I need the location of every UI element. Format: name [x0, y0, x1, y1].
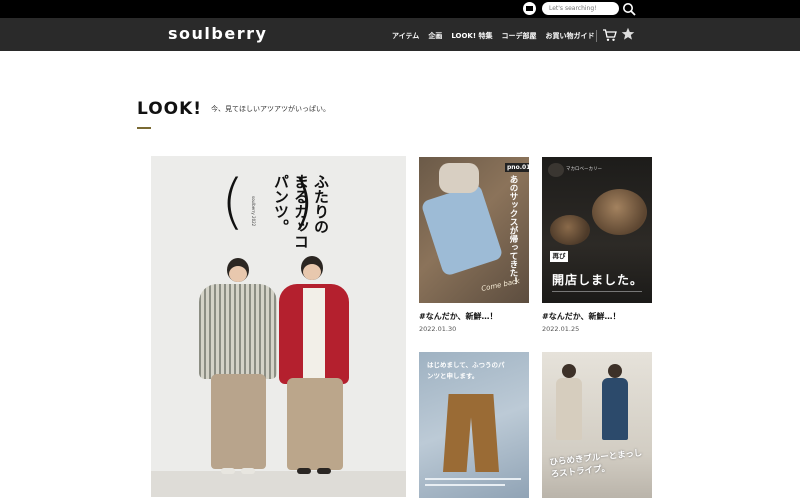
section-subtitle: 今、見てほしいアツアツがいっぱい。 — [211, 105, 330, 113]
card-3-pants-shape — [443, 394, 499, 472]
card-2-corner-text: 再び — [550, 251, 568, 262]
card-2-bread-large — [592, 189, 647, 235]
card-1-jeans-shape — [420, 183, 504, 277]
card-1-image[interactable]: pno.015 あのサックスが帰ってきた！ Come back — [419, 157, 529, 303]
nav-item-projects[interactable]: 企画 — [428, 31, 442, 41]
main-nav: アイテム 企画 LOOK! 特集 コーデ部屋 お買い物ガイド — [392, 31, 594, 41]
model-left-pants — [211, 374, 266, 469]
site-header: soulberry アイテム 企画 LOOK! 特集 コーデ部屋 お買い物ガイド — [0, 18, 800, 51]
card-3-text-line-1 — [425, 478, 521, 480]
card-3-text-line-2 — [425, 484, 505, 486]
feature-article-image[interactable]: ( ) ふたりの まるカッコ パンツ。 soulberry 2022 — [151, 156, 406, 497]
section-title: LOOK! — [137, 99, 203, 119]
card-3-image[interactable]: はじめまして、ふつうのパンツと申します。 — [419, 352, 529, 498]
card-3-overlay-text: はじめまして、ふつうのパンツと申します。 — [427, 361, 505, 380]
favorite-star-icon[interactable] — [621, 27, 635, 41]
card-2-badge: マカロベーカリー — [566, 167, 602, 172]
card-2-image[interactable]: マカロベーカリー 再び 開店しました。 — [542, 157, 652, 303]
model-left-shirt — [199, 284, 277, 379]
feature-headline-2: まるカッコ — [292, 174, 310, 249]
card-1-badge: pno.015 — [505, 163, 529, 172]
model-right-face — [303, 264, 321, 280]
model-left-shoe-right — [241, 468, 255, 474]
nav-item-guide[interactable]: お買い物ガイド — [545, 31, 594, 41]
feature-small-text: soulberry 2022 — [251, 196, 256, 227]
title-underline — [137, 127, 151, 129]
card-4-person-left-body — [556, 378, 582, 440]
card-4-person-right-body — [602, 378, 628, 440]
model-left-face — [229, 266, 247, 282]
mail-icon[interactable] — [523, 2, 536, 15]
feature-headline-1: ふたりの — [312, 174, 330, 234]
nav-divider — [596, 30, 597, 42]
feature-floor — [151, 471, 406, 497]
card-2-date: 2022.01.25 — [542, 325, 580, 333]
site-logo[interactable]: soulberry — [168, 24, 267, 43]
model-right-shoe-right — [317, 468, 331, 474]
card-2-bread-small — [550, 215, 590, 245]
paren-left-mark: ( — [221, 167, 245, 237]
card-4-person-left-head — [562, 364, 576, 378]
model-right-shoe-left — [297, 468, 311, 474]
card-1-date: 2022.01.30 — [419, 325, 457, 333]
card-2-overlay-text: 開店しました。 — [552, 273, 644, 287]
card-2-title[interactable]: #なんだか、新鮮…！ — [542, 311, 621, 322]
top-utility-bar — [0, 0, 800, 18]
nav-item-items[interactable]: アイテム — [392, 31, 419, 41]
model-left-shoe-left — [221, 468, 235, 474]
card-1-title[interactable]: #なんだか、新鮮…！ — [419, 311, 498, 322]
nav-item-coordinate[interactable]: コーデ部屋 — [501, 31, 536, 41]
model-right-inner-shirt — [303, 288, 325, 382]
card-4-person-right-head — [608, 364, 622, 378]
nav-item-look[interactable]: LOOK! 特集 — [451, 31, 492, 41]
feature-headline-3: パンツ。 — [272, 174, 290, 234]
search-icon[interactable] — [622, 2, 636, 16]
card-2-logo-mark — [548, 163, 564, 177]
model-right-pants — [287, 378, 343, 470]
card-4-overlay-text: ひらめきブルーとまっしろストライプ。 — [549, 448, 643, 480]
card-4-image[interactable]: ひらめきブルーとまっしろストライプ。 — [542, 352, 652, 498]
card-2-rule — [552, 291, 642, 292]
card-1-sleeve-shape — [439, 163, 479, 193]
search-input[interactable] — [542, 2, 619, 15]
cart-icon[interactable] — [602, 28, 617, 42]
